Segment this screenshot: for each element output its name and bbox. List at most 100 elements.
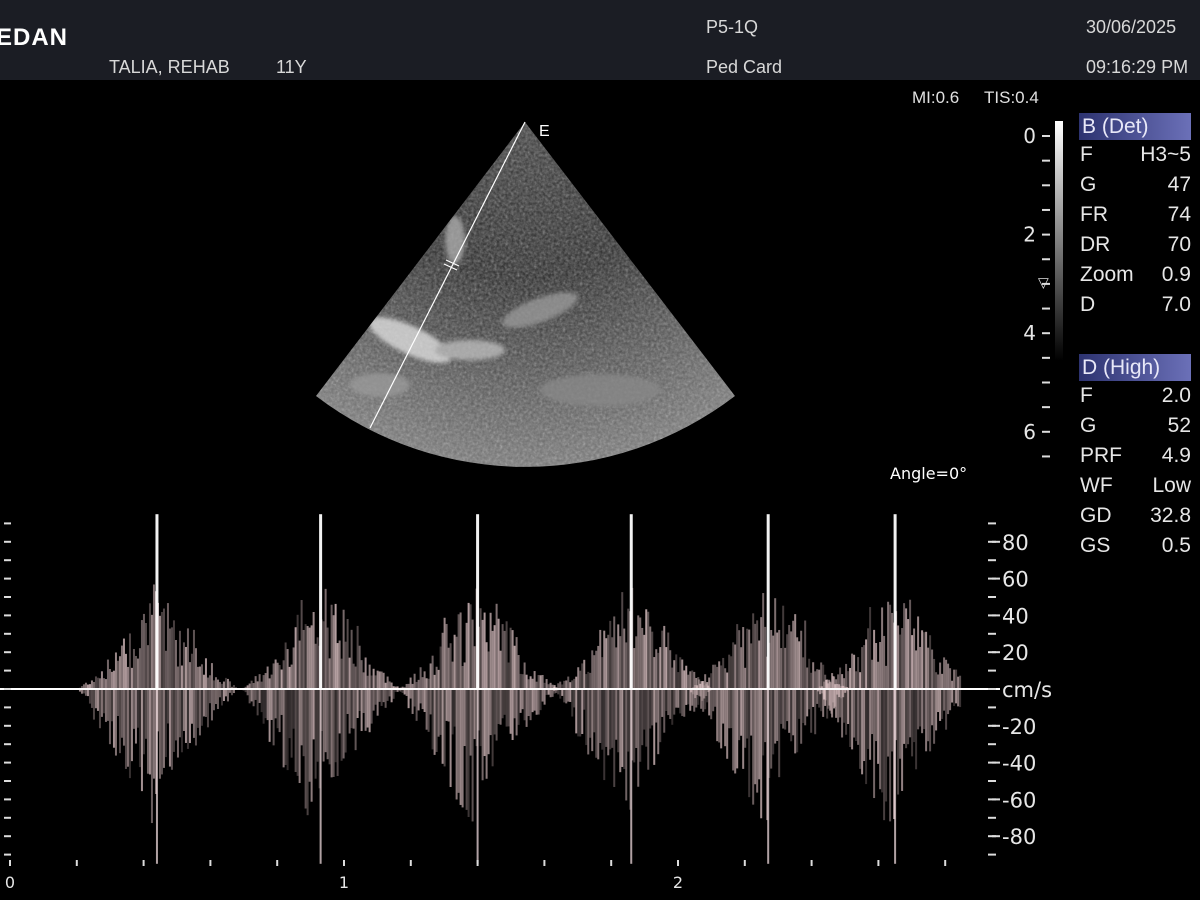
spectrum-pixel — [539, 675, 542, 689]
spectrum-pixel — [491, 630, 494, 689]
spectrum-pixel — [122, 689, 125, 746]
spectrum-pixel — [780, 689, 783, 724]
bmode-param-zoom[interactable]: Zoom 0.9 — [1080, 260, 1191, 290]
spectrum-pixel — [358, 689, 361, 711]
spectrum-pixel — [266, 689, 269, 721]
spectrum-pixel — [742, 689, 745, 769]
spectrum-pixel — [166, 603, 169, 689]
spectrum-pixel — [669, 650, 672, 689]
spectrum-pixel — [752, 689, 755, 805]
spectrum-pixel — [615, 689, 618, 740]
spectrum-pixel — [527, 689, 530, 717]
spectrum-pixel — [736, 624, 739, 689]
spectrum-pixel — [770, 629, 773, 689]
spectrum-pixel — [122, 638, 125, 689]
spectrum-pixel — [863, 689, 866, 762]
spectrum-pixel — [798, 689, 801, 719]
spectrum-pixel — [296, 689, 299, 776]
spectrum-pixel — [716, 689, 719, 742]
spectrum-pixel — [851, 653, 854, 689]
doppler-param-wf[interactable]: WF Low — [1080, 471, 1191, 501]
spectrum-pixel — [698, 679, 701, 689]
spectrum-pixel — [429, 663, 432, 689]
doppler-param-gd[interactable]: GD 32.8 — [1080, 501, 1191, 531]
spectrum-pixel — [294, 689, 297, 773]
spectrum-pixel — [116, 689, 119, 717]
spectrum-pixel — [762, 593, 765, 689]
spectrum-pixel — [645, 689, 648, 747]
spectrum-pixel — [457, 689, 460, 793]
spectrum-pixel — [679, 657, 682, 689]
doppler-param-g[interactable]: G 52 — [1080, 411, 1191, 441]
spectrum-pixel — [326, 627, 329, 689]
spectrum-pixel — [635, 636, 638, 689]
spectrum-pixel — [617, 689, 620, 753]
spectrum-pixel — [714, 664, 717, 689]
spectrum-pixel — [433, 674, 436, 689]
spectrum-pixel — [272, 663, 275, 689]
spectrum-spike — [630, 689, 633, 864]
spectrum-pixel — [148, 689, 151, 775]
spectrum-pixel — [802, 657, 805, 689]
spectrum-pixel — [531, 678, 534, 689]
spectrum-pixel — [487, 689, 490, 755]
bmode-param-d[interactable]: D 7.0 — [1080, 290, 1191, 320]
spectrum-spike — [767, 689, 770, 864]
spectrum-pixel — [782, 605, 785, 689]
spectrum-pixel — [573, 689, 576, 708]
spectrum-pixel — [702, 681, 705, 689]
spectrum-pixel — [879, 642, 882, 689]
spectrum-pixel — [829, 689, 832, 711]
bmode-param-dr[interactable]: DR 70 — [1080, 230, 1191, 260]
spectrum-pixel — [388, 681, 391, 689]
spectrum-pixel — [853, 654, 856, 689]
doppler-param-prf[interactable]: PRF 4.9 — [1080, 441, 1191, 471]
spectrum-pixel — [774, 598, 777, 689]
bmode-param-f[interactable]: F H3~5 — [1080, 140, 1191, 170]
spectrum-pixel — [899, 634, 902, 689]
spectrum-pixel — [593, 689, 596, 733]
spectrum-pixel — [96, 677, 99, 689]
spectrum-pixel — [493, 689, 496, 735]
time-label: 1 — [339, 873, 349, 892]
spectrum-pixel — [901, 628, 904, 689]
param-value: H3~5 — [1140, 143, 1191, 166]
doppler-param-f[interactable]: F 2.0 — [1080, 381, 1191, 411]
spectrum-pixel — [633, 648, 636, 689]
doppler-param-gs[interactable]: GS 0.5 — [1080, 531, 1191, 561]
bmode-param-g[interactable]: G 47 — [1080, 170, 1191, 200]
spectrum-pixel — [264, 689, 267, 719]
spectrum-pixel — [386, 689, 389, 701]
spectrum-pixel — [651, 631, 654, 689]
spectrum-pixel — [465, 689, 468, 810]
spectrum-pixel — [535, 681, 538, 689]
spectrum-pixel — [509, 627, 512, 689]
doppler-panel-title[interactable]: D (High) — [1079, 354, 1191, 381]
focus-marker-icon[interactable]: ◁ — [1035, 278, 1051, 289]
spectrum-pixel — [483, 689, 486, 757]
spectrum-pixel — [160, 612, 163, 689]
spectrum-pixel — [939, 689, 942, 721]
spectrum-pixel — [541, 674, 544, 689]
spectrum-pixel — [162, 608, 165, 689]
spectrum-pixel — [184, 646, 187, 689]
bmode-sector[interactable] — [316, 121, 735, 467]
spectrum-pixel — [388, 689, 391, 697]
spectrum-pixel — [738, 630, 741, 689]
bmode-panel-title[interactable]: B (Det) — [1079, 113, 1191, 140]
spectrum-pixel — [909, 689, 912, 738]
spectrum-pixel — [146, 645, 149, 689]
spectrum-pixel — [421, 689, 424, 710]
spectrum-pixel — [214, 689, 217, 705]
spectrum-pixel — [258, 674, 261, 689]
bmode-param-fr[interactable]: FR 74 — [1080, 200, 1191, 230]
spectrum-pixel — [114, 652, 117, 689]
spectrum-pixel — [625, 689, 628, 801]
spectrum-pixel — [312, 611, 315, 689]
spectrum-pixel — [302, 689, 305, 757]
spectrum-pixel — [278, 665, 281, 689]
spectrum-pixel — [587, 689, 590, 755]
spectrum-pixel — [130, 689, 133, 762]
spectrum-pixel — [833, 676, 836, 689]
spectrum-pixel — [100, 671, 103, 689]
